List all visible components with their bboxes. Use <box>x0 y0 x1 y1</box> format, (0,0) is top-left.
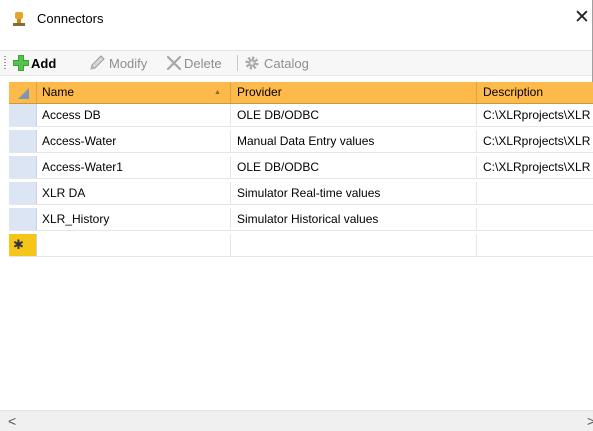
new-row-header[interactable]: ✱ <box>9 234 37 256</box>
add-button[interactable]: Add <box>12 51 56 75</box>
column-header-provider[interactable]: Provider <box>231 82 477 103</box>
modify-button[interactable]: Modify <box>88 51 147 75</box>
column-header-provider-label: Provider <box>237 85 282 99</box>
toolbar-separator <box>237 55 238 71</box>
cell-name[interactable]: Access-Water1 <box>36 156 231 178</box>
row-header[interactable] <box>9 182 37 204</box>
cell-name[interactable]: XLR DA <box>36 182 231 204</box>
new-cell-provider[interactable] <box>231 234 477 256</box>
cell-provider[interactable]: OLE DB/ODBC <box>231 156 477 178</box>
new-row[interactable]: ✱ <box>9 234 593 257</box>
modify-label: Modify <box>109 55 148 71</box>
delete-x-icon <box>166 55 182 71</box>
new-cell-description[interactable] <box>477 234 593 256</box>
cell-name[interactable]: Access-Water <box>36 130 231 152</box>
row-header[interactable] <box>9 104 37 126</box>
column-header-description-label: Description <box>483 85 544 99</box>
cell-description[interactable] <box>477 182 593 204</box>
table-row[interactable]: Access-Water Manual Data Entry values C:… <box>9 130 593 153</box>
cell-description[interactable]: C:\XLRprojects\XLR <box>477 156 593 178</box>
catalog-label: Catalog <box>264 55 309 71</box>
table-row[interactable]: Access-Water1 OLE DB/ODBC C:\XLRprojects… <box>9 156 593 179</box>
scroll-right-button[interactable]: > <box>587 411 593 431</box>
cell-description[interactable]: C:\XLRprojects\XLR <box>477 130 593 152</box>
sort-ascending-icon: ▲ <box>214 89 221 96</box>
table-row[interactable]: XLR DA Simulator Real-time values <box>9 182 593 205</box>
pencil-icon <box>90 55 105 70</box>
row-header[interactable] <box>9 208 37 230</box>
column-header-description[interactable]: Description <box>477 82 593 103</box>
column-header-name-label: Name <box>42 85 75 99</box>
cell-name[interactable]: XLR_History <box>36 208 231 230</box>
catalog-button[interactable]: Catalog <box>244 51 309 75</box>
add-label: Add <box>31 55 57 71</box>
toolbar: Add Modify Delete Catalog <box>0 50 592 76</box>
select-all-corner[interactable] <box>9 82 37 103</box>
title-bar: Connectors ✕ <box>0 0 592 38</box>
connectors-window: Connectors ✕ Add Modify Delete Catalog N… <box>0 0 593 431</box>
row-header[interactable] <box>9 156 37 178</box>
corner-triangle-icon <box>18 88 29 99</box>
delete-label: Delete <box>184 55 222 71</box>
scroll-left-button[interactable]: < <box>8 411 16 431</box>
connectors-grid: Name ▲ Provider Description Access DB OL… <box>9 82 593 412</box>
cell-provider[interactable]: Simulator Real-time values <box>231 182 477 204</box>
toolbar-grip[interactable] <box>4 56 6 69</box>
grid-header: Name ▲ Provider Description <box>9 82 593 104</box>
delete-button[interactable]: Delete <box>166 51 222 75</box>
new-row-asterisk-icon: ✱ <box>13 237 24 252</box>
cell-provider[interactable]: Manual Data Entry values <box>231 130 477 152</box>
horizontal-scrollbar[interactable]: < > <box>0 410 593 431</box>
cell-provider[interactable]: Simulator Historical values <box>231 208 477 230</box>
cell-name[interactable]: Access DB <box>36 104 231 126</box>
plus-icon <box>13 55 29 71</box>
gear-icon <box>245 56 259 70</box>
cell-provider[interactable]: OLE DB/ODBC <box>231 104 477 126</box>
window-title: Connectors <box>37 11 104 26</box>
row-header[interactable] <box>9 130 37 152</box>
cell-description[interactable] <box>477 208 593 230</box>
table-row[interactable]: XLR_History Simulator Historical values <box>9 208 593 231</box>
cell-description[interactable]: C:\XLRprojects\XLR <box>477 104 593 126</box>
connector-app-icon <box>13 12 25 26</box>
column-header-name[interactable]: Name ▲ <box>36 82 231 103</box>
close-button[interactable]: ✕ <box>574 6 592 30</box>
table-row[interactable]: Access DB OLE DB/ODBC C:\XLRprojects\XLR <box>9 104 593 127</box>
new-cell-name[interactable] <box>36 234 231 256</box>
